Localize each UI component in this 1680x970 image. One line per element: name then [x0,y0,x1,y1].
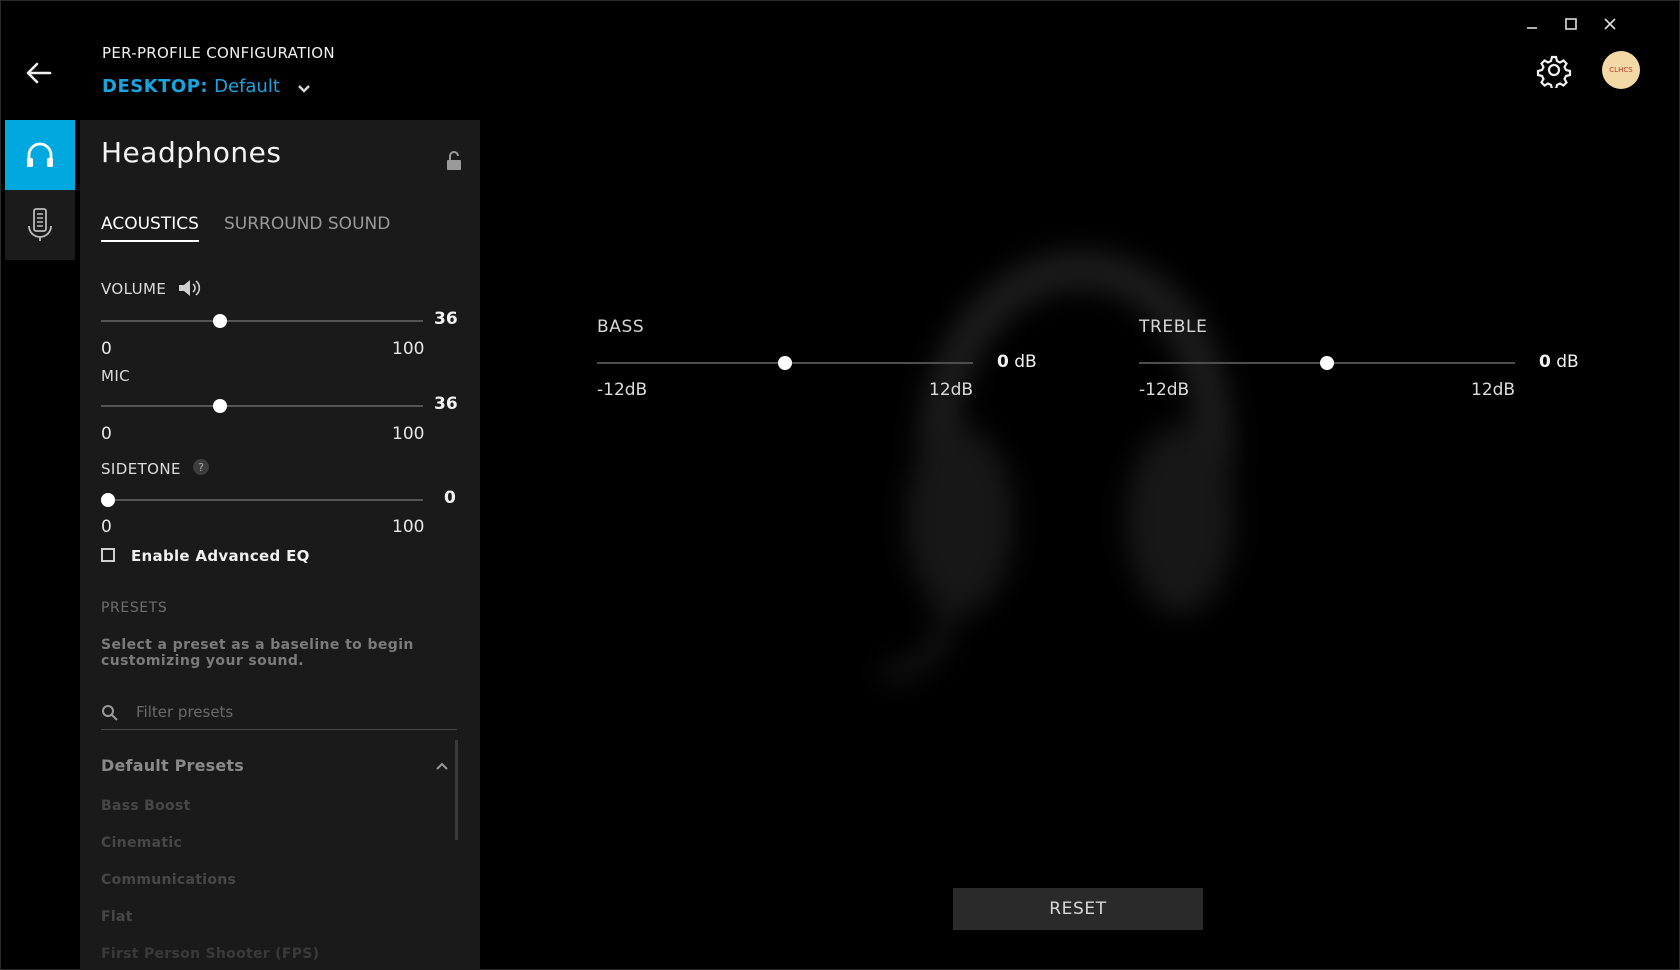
sidetone-min: 0 [101,517,112,537]
chevron-down-icon [298,84,310,93]
preset-item[interactable]: Communications [101,872,236,888]
presets-description: Select a preset as a baseline to begin c… [101,637,414,669]
volume-max: 100 [392,339,425,359]
sidetone-slider-handle[interactable] [101,493,115,507]
sidetone-value: 0 [444,488,456,508]
treble-value: 0 dB [1539,352,1579,372]
sidetone-label: SIDETONE [101,460,181,478]
treble-max: 12dB [1471,380,1516,400]
preset-item[interactable]: Bass Boost [101,798,191,814]
minimize-button[interactable] [1514,10,1550,38]
mic-slider-handle[interactable] [213,399,227,413]
preset-item[interactable]: Cinematic [101,835,182,851]
bass-min: -12dB [597,380,648,400]
bass-label: BASS [597,317,645,337]
mic-value: 36 [434,394,458,414]
minimize-icon [1527,27,1537,29]
advanced-eq-label[interactable]: Enable Advanced EQ [131,547,310,565]
bass-value-unit: dB [1014,352,1037,372]
presets-scrollbar[interactable] [455,740,458,840]
bass-slider-handle[interactable] [778,356,792,370]
config-title: PER-PROFILE CONFIGURATION [102,44,335,62]
treble-label: TREBLE [1139,317,1208,337]
search-icon [102,705,118,721]
close-icon [1604,18,1616,30]
mic-min: 0 [101,424,112,444]
mic-max: 100 [392,424,425,444]
back-button[interactable] [20,56,60,90]
preset-filter[interactable] [101,697,457,730]
microphone-icon [28,208,52,241]
tab-acoustics[interactable]: ACOUSTICS [101,214,199,242]
treble-slider-handle[interactable] [1320,356,1334,370]
rail-item-headphones[interactable] [5,120,75,190]
treble-min: -12dB [1139,380,1190,400]
rail-item-microphone[interactable] [5,190,75,260]
back-arrow-icon [26,62,52,84]
advanced-eq-checkbox[interactable] [101,548,115,562]
reset-button[interactable]: RESET [953,888,1203,930]
preset-item[interactable]: First Person Shooter (FPS) [101,946,319,962]
bass-max: 12dB [929,380,974,400]
bass-value-number: 0 [997,352,1009,372]
headset-background-image [880,250,1235,682]
speaker-icon [179,280,201,296]
headphones-icon [27,142,53,167]
sidetone-help-button[interactable]: ? [193,459,209,475]
presets-heading: PRESETS [101,600,168,616]
profile-prefix: DESKTOP: [102,76,209,97]
treble-value-unit: dB [1556,352,1579,372]
maximize-icon [1565,18,1577,30]
profile-selector[interactable]: DESKTOP: Default [102,76,312,97]
gear-icon [1536,55,1572,91]
chevron-up-icon[interactable] [435,760,449,772]
bass-value: 0 dB [997,352,1037,372]
treble-value-number: 0 [1539,352,1551,372]
profile-name: Default [214,76,280,97]
device-rail [5,120,75,260]
avatar[interactable]: CLHCS [1602,51,1640,89]
volume-label: VOLUME [101,280,167,298]
settings-panel: Headphones ACOUSTICS SURROUND SOUND VOLU… [80,120,480,970]
lock-button[interactable] [444,150,464,172]
panel-title: Headphones [101,136,282,169]
sidetone-slider-track[interactable] [101,499,423,501]
settings-button[interactable] [1536,52,1572,91]
maximize-button[interactable] [1553,10,1589,38]
volume-slider-handle[interactable] [213,314,227,328]
volume-min: 0 [101,339,112,359]
mic-label: MIC [101,367,131,385]
filter-presets-input[interactable] [134,699,438,725]
close-button[interactable] [1592,10,1628,38]
default-presets-group[interactable]: Default Presets [101,756,244,775]
tab-surround-sound[interactable]: SURROUND SOUND [224,214,390,240]
volume-value: 36 [434,309,458,329]
mic-slider-track[interactable] [101,405,423,407]
preset-item[interactable]: Flat [101,909,133,925]
volume-slider-track[interactable] [101,320,423,322]
sidetone-max: 100 [392,517,425,537]
unlock-icon [447,151,461,170]
